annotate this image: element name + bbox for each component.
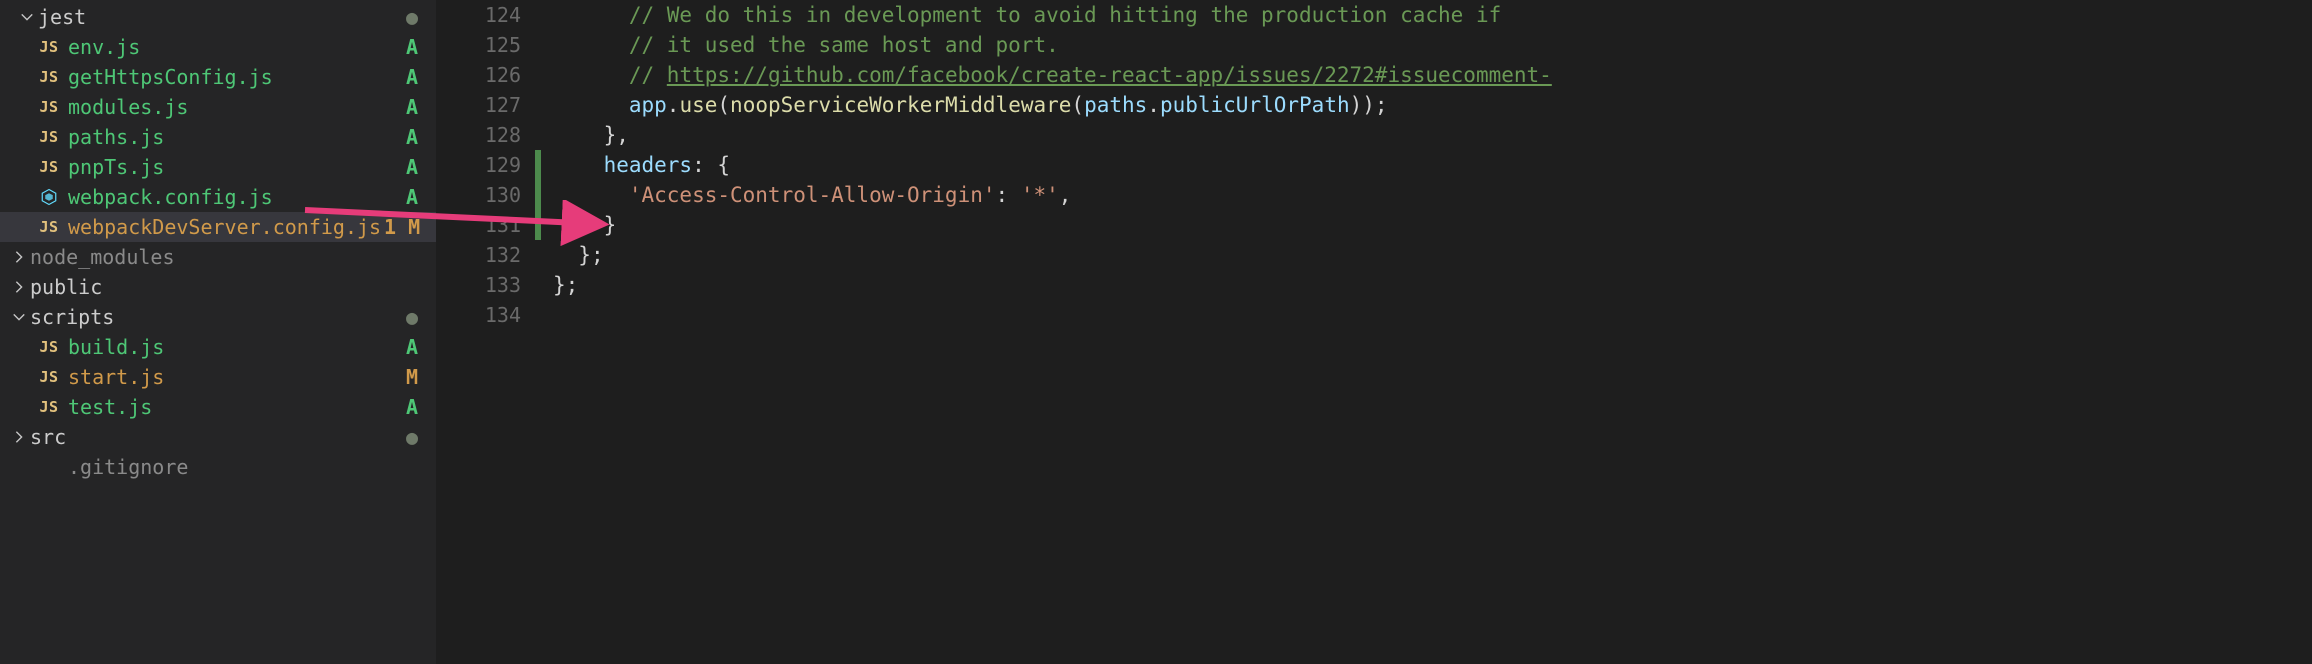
line-number: 125 — [436, 30, 541, 60]
tree-item-label: scripts — [30, 302, 384, 332]
file-icon — [38, 456, 60, 478]
file-row-pnpTs.js[interactable]: JS pnpTs.jsA — [0, 152, 436, 182]
code-line[interactable]: 'Access-Control-Allow-Origin': '*', — [553, 180, 2312, 210]
tree-item-label: modules.js — [68, 92, 384, 122]
chevron-right-icon — [10, 428, 28, 446]
tree-item-label: src — [30, 422, 384, 452]
line-number-gutter: 124125126127128129130131132133134 — [436, 0, 541, 664]
git-status-untracked-dot: ● — [384, 302, 418, 332]
tree-item-label: start.js — [68, 362, 384, 392]
tree-item-label: .gitignore — [68, 452, 384, 482]
code-line[interactable] — [553, 300, 2312, 330]
folder-row-scripts[interactable]: scripts● — [0, 302, 436, 332]
code-line[interactable]: headers: { — [553, 150, 2312, 180]
code-line[interactable]: app.use(noopServiceWorkerMiddleware(path… — [553, 90, 2312, 120]
js-file-icon: JS — [38, 36, 60, 58]
git-status-untracked-dot: ● — [384, 422, 418, 452]
git-status-added: A — [384, 152, 418, 182]
code-line[interactable]: }; — [553, 270, 2312, 300]
file-row-build.js[interactable]: JS build.jsA — [0, 332, 436, 362]
chevron-right-icon — [10, 278, 28, 296]
git-status-added: A — [384, 122, 418, 152]
tree-item-label: pnpTs.js — [68, 152, 384, 182]
file-row-paths.js[interactable]: JS paths.jsA — [0, 122, 436, 152]
chevron-right-icon — [10, 248, 28, 266]
file-row-.gitignore[interactable]: .gitignore — [0, 452, 436, 482]
line-number: 126 — [436, 60, 541, 90]
git-status-added: A — [384, 332, 418, 362]
tree-item-label: webpackDevServer.config.js — [68, 212, 384, 242]
tree-item-label: build.js — [68, 332, 384, 362]
tree-item-label: getHttpsConfig.js — [68, 62, 384, 92]
js-file-icon: JS — [38, 66, 60, 88]
code-line[interactable]: }, — [553, 120, 2312, 150]
line-number: 131 — [436, 210, 541, 240]
git-status-added: A — [384, 32, 418, 62]
line-number: 127 — [436, 90, 541, 120]
git-status-added: A — [384, 62, 418, 92]
js-file-icon: JS — [38, 126, 60, 148]
chevron-down-icon — [10, 308, 28, 326]
code-line[interactable]: // it used the same host and port. — [553, 30, 2312, 60]
js-file-icon: JS — [38, 336, 60, 358]
git-status-added: A — [384, 92, 418, 122]
tree-item-label: webpack.config.js — [68, 182, 384, 212]
folder-row-public[interactable]: public — [0, 272, 436, 302]
line-number: 124 — [436, 0, 541, 30]
file-row-getHttpsConfig.js[interactable]: JS getHttpsConfig.jsA — [0, 62, 436, 92]
folder-row-src[interactable]: src● — [0, 422, 436, 452]
git-status-untracked-dot: ● — [384, 2, 418, 32]
line-number: 134 — [436, 300, 541, 330]
file-row-test.js[interactable]: JS test.jsA — [0, 392, 436, 422]
code-content[interactable]: // We do this in development to avoid hi… — [541, 0, 2312, 664]
code-line[interactable]: }; — [553, 240, 2312, 270]
js-file-icon: JS — [38, 96, 60, 118]
file-row-modules.js[interactable]: JS modules.jsA — [0, 92, 436, 122]
line-number: 132 — [436, 240, 541, 270]
file-row-start.js[interactable]: JS start.jsM — [0, 362, 436, 392]
js-file-icon: JS — [38, 396, 60, 418]
tree-item-label: public — [30, 272, 384, 302]
git-status-modified: M — [384, 362, 418, 392]
tree-item-label: jest — [38, 2, 384, 32]
folder-row-jest[interactable]: jest● — [0, 2, 436, 32]
js-file-icon: JS — [38, 216, 60, 238]
line-number: 130 — [436, 180, 541, 210]
file-row-webpack.config.js[interactable]: webpack.config.jsA — [0, 182, 436, 212]
file-explorer-sidebar[interactable]: jest●JSenv.jsAJSgetHttpsConfig.jsAJSmodu… — [0, 0, 436, 664]
code-editor[interactable]: 124125126127128129130131132133134 // We … — [436, 0, 2312, 664]
code-line[interactable]: // https://github.com/facebook/create-re… — [553, 60, 2312, 90]
file-row-webpackDevServer.config.js[interactable]: JS webpackDevServer.config.js1 M — [0, 212, 436, 242]
git-status-added: A — [384, 182, 418, 212]
line-number: 128 — [436, 120, 541, 150]
file-row-env.js[interactable]: JS env.jsA — [0, 32, 436, 62]
git-status-modified: 1 M — [384, 212, 418, 242]
chevron-down-icon — [18, 8, 36, 26]
code-line[interactable]: // We do this in development to avoid hi… — [553, 0, 2312, 30]
folder-row-node_modules[interactable]: node_modules — [0, 242, 436, 272]
line-number: 129 — [436, 150, 541, 180]
tree-item-label: node_modules — [30, 242, 384, 272]
git-status-added: A — [384, 392, 418, 422]
webpack-file-icon — [38, 186, 60, 208]
tree-item-label: env.js — [68, 32, 384, 62]
code-line[interactable]: } — [553, 210, 2312, 240]
js-file-icon: JS — [38, 366, 60, 388]
js-file-icon: JS — [38, 156, 60, 178]
tree-item-label: test.js — [68, 392, 384, 422]
tree-item-label: paths.js — [68, 122, 384, 152]
line-number: 133 — [436, 270, 541, 300]
